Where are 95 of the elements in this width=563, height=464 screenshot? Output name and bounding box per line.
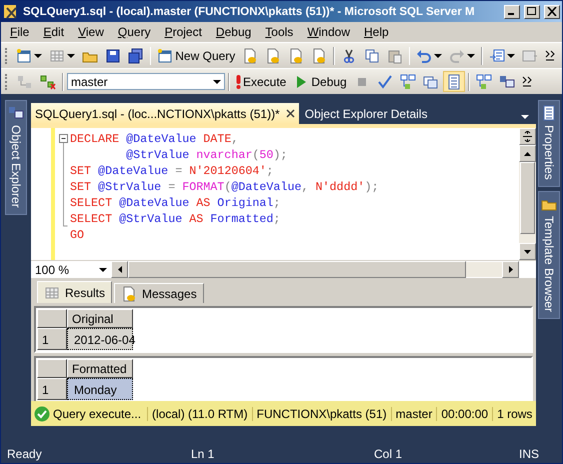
scroll-up-button[interactable] xyxy=(519,145,536,162)
menu-item[interactable]: Query xyxy=(110,25,158,39)
success-icon xyxy=(34,406,50,422)
status-field: master xyxy=(390,406,436,420)
debug-button[interactable]: Debug xyxy=(290,71,350,92)
fold-outline-icon xyxy=(59,131,69,227)
new-query-button[interactable]: New Query xyxy=(154,45,238,66)
scroll-thumb[interactable] xyxy=(520,162,535,234)
status-field: 1 rows xyxy=(492,406,536,420)
exclamation-icon xyxy=(236,74,241,88)
menu-item[interactable]: Project xyxy=(158,25,209,39)
menu-item[interactable]: Tools xyxy=(258,25,300,39)
document-tab[interactable]: Object Explorer Details xyxy=(300,103,432,124)
results-icon xyxy=(446,74,462,90)
results-tab[interactable]: Messages xyxy=(114,283,204,303)
code-line: SET @DateValue = N'20120604'; xyxy=(70,163,274,179)
minimize-button[interactable] xyxy=(504,4,520,18)
check-icon xyxy=(376,74,393,90)
close-icon[interactable] xyxy=(286,109,295,118)
execute-button[interactable]: Execute xyxy=(233,71,290,92)
windows-icon xyxy=(422,74,439,90)
column-header[interactable]: Original xyxy=(67,309,133,328)
menu-item[interactable]: File xyxy=(3,25,36,39)
results-button[interactable] xyxy=(442,71,465,92)
query-status-message: Query execute... xyxy=(52,406,142,420)
code-line: @StrValue nvarchar(50); xyxy=(125,147,288,163)
status-field: FUNCTIONX\pkatts (51) xyxy=(252,406,391,420)
corner-header xyxy=(37,309,67,328)
scroll-thumb[interactable] xyxy=(128,261,466,278)
save-icon xyxy=(104,48,121,64)
up-arrow-icon xyxy=(524,152,531,156)
disconnect-icon xyxy=(40,74,56,90)
messages-icon xyxy=(121,286,138,302)
caret-icon xyxy=(506,54,515,58)
caret-icon xyxy=(66,54,75,58)
down-arrow-icon xyxy=(524,250,531,254)
side-panel-tab[interactable]: Properties xyxy=(538,100,560,187)
menu-item[interactable]: View xyxy=(71,25,111,39)
zoom-dropdown[interactable]: 100 % xyxy=(31,262,111,276)
status-field: 00:00:00 xyxy=(436,406,492,420)
database-dropdown[interactable]: master xyxy=(67,73,225,90)
row-header[interactable]: 1 xyxy=(37,328,67,350)
connect-icon xyxy=(17,74,33,90)
properties-icon xyxy=(541,105,557,121)
menu-item[interactable]: Window xyxy=(300,25,357,39)
code-line: SELECT @StrValue AS Formatted; xyxy=(70,211,282,227)
code-line: DECLARE @DateValue DATE, xyxy=(70,131,240,147)
maximize-icon xyxy=(527,7,537,16)
corner-header xyxy=(37,359,67,378)
status-text: Ln 1 xyxy=(191,447,216,461)
column-header[interactable]: Formatted xyxy=(67,359,133,378)
undo-icon xyxy=(416,48,432,64)
close-button[interactable] xyxy=(544,4,560,18)
list-icon xyxy=(488,48,505,64)
table-cell[interactable]: 2012-06-04 xyxy=(67,328,133,350)
menu-item[interactable]: Help xyxy=(357,25,396,39)
caret-icon xyxy=(213,80,221,84)
monitor-icon xyxy=(498,74,515,90)
caret-icon xyxy=(434,54,442,58)
close-icon xyxy=(547,7,557,16)
maximize-button[interactable] xyxy=(524,4,540,18)
split-handle[interactable] xyxy=(519,128,536,145)
paste-icon xyxy=(386,48,403,64)
row-header[interactable]: 1 xyxy=(37,378,67,400)
splitter-icon xyxy=(522,131,533,142)
caret-icon xyxy=(34,54,42,58)
menu-item[interactable]: Debug xyxy=(208,25,258,39)
window-title: SQLQuery1.sql - (local).master (FUNCTIONX\pkatts (51))* - Microsoft SQL Server M xyxy=(23,6,476,18)
scroll-left-button[interactable] xyxy=(111,261,128,278)
results-tab[interactable]: Results xyxy=(37,281,112,303)
redo-icon xyxy=(449,48,466,64)
side-panel-tab[interactable]: Object Explorer xyxy=(5,100,27,215)
status-text: Ready xyxy=(7,447,43,461)
status-text: INS xyxy=(519,447,540,461)
menu-item[interactable]: Edit xyxy=(36,25,72,39)
left-arrow-icon xyxy=(118,266,122,273)
side-panel-tab[interactable]: Template Browser xyxy=(538,190,560,319)
code-line: SELECT @DateValue AS Original; xyxy=(70,195,282,211)
right-arrow-icon xyxy=(508,266,512,273)
plan-icon xyxy=(476,74,492,90)
app-icon xyxy=(3,4,19,20)
caret-icon xyxy=(467,54,476,58)
save-all-icon xyxy=(128,48,144,64)
new-window-icon xyxy=(16,48,32,64)
table-cell[interactable]: Monday xyxy=(67,378,133,400)
status-text: Col 1 xyxy=(374,447,404,461)
scroll-right-button[interactable] xyxy=(502,261,519,278)
document-tab[interactable]: SQLQuery1.sql - (loc...NCTIONX\pkatts (51))* xyxy=(31,103,299,124)
scroll-down-button[interactable] xyxy=(519,243,536,260)
plan-icon xyxy=(400,74,416,90)
copy-icon xyxy=(364,48,380,64)
code-line: GO xyxy=(70,227,86,243)
code-line: SET @StrValue = FORMAT(@DateValue, N'dddd'); xyxy=(70,179,379,195)
caret-icon xyxy=(99,268,107,272)
status-field: (local) (11.0 RTM) xyxy=(147,406,252,420)
